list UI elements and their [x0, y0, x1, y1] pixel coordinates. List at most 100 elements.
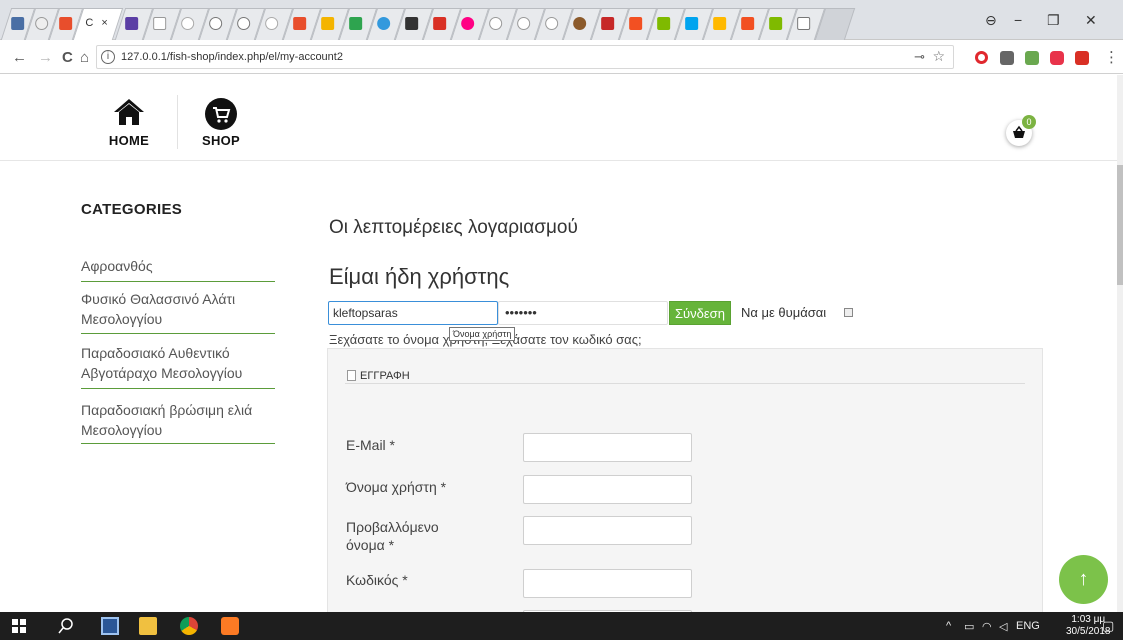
network-icon[interactable]: ▭ — [964, 620, 974, 633]
back-button[interactable]: ← — [12, 49, 27, 66]
tab-favicon-icon — [629, 17, 643, 30]
windows-start-icon[interactable] — [12, 619, 26, 633]
reload-button[interactable]: C — [62, 49, 73, 66]
tab-favicon-icon — [741, 17, 755, 30]
nav-home[interactable]: HOME — [104, 97, 154, 148]
address-bar[interactable]: i 127.0.0.1/fish-shop/index.php/el/my-ac… — [96, 45, 954, 69]
tab-favicon-icon — [573, 17, 587, 30]
url-text[interactable]: 127.0.0.1/fish-shop/index.php/el/my-acco… — [121, 51, 343, 63]
wifi-icon[interactable]: ◠ — [982, 620, 992, 633]
login-heading: Είμαι ήδη χρήστης — [329, 264, 510, 289]
site-info-icon[interactable]: i — [101, 50, 115, 64]
search-icon[interactable] — [57, 617, 75, 635]
display-name-field[interactable] — [523, 516, 692, 545]
register-tab[interactable]: ΕΓΓΡΑΦΗ — [347, 370, 410, 382]
tab-favicon-icon — [125, 17, 139, 30]
minimize-button[interactable]: − — [1014, 12, 1022, 28]
tab-favicon-icon — [405, 17, 419, 30]
tab-favicon-icon — [35, 17, 49, 30]
tab-favicon-icon — [321, 17, 335, 30]
tab-favicon-icon — [293, 17, 307, 30]
cart-count-badge: 0 — [1022, 115, 1036, 129]
category-divider — [81, 388, 275, 389]
username-label: Όνομα χρήστη * — [346, 479, 447, 495]
forward-button[interactable]: → — [38, 49, 53, 66]
pdf-extension-icon[interactable] — [1075, 51, 1089, 65]
tab-favicon-icon — [713, 17, 727, 30]
tab-favicon-icon — [657, 17, 671, 30]
register-divider — [345, 383, 1025, 384]
tab-favicon-icon — [601, 17, 615, 30]
xampp-app-icon[interactable] — [221, 617, 239, 635]
tab-favicon-icon — [265, 17, 279, 30]
remember-me-label: Να με θυμάσαι — [741, 305, 827, 320]
tab-favicon-icon — [433, 17, 447, 30]
category-link[interactable]: Αφροανθός — [81, 256, 275, 276]
close-window-button[interactable]: ✕ — [1085, 12, 1097, 29]
username-input[interactable] — [328, 301, 498, 325]
nav-divider — [177, 95, 178, 149]
document-icon — [347, 370, 356, 381]
category-divider — [81, 333, 275, 334]
tab-favicon-icon — [517, 17, 531, 30]
tray-chevron-icon[interactable]: ^ — [946, 620, 951, 632]
word-app-icon[interactable] — [101, 617, 119, 635]
category-link[interactable]: Φυσικό Θαλασσινό Αλάτι Μεσολογγίου — [81, 289, 275, 329]
category-divider — [81, 443, 275, 444]
video-extension-icon[interactable] — [1050, 51, 1064, 65]
email-label: E-Mail * — [346, 437, 396, 453]
tab-close-icon[interactable]: × — [101, 17, 107, 29]
browser-toolbar: ← → C ⌂ i 127.0.0.1/fish-shop/index.php/… — [0, 40, 1123, 74]
category-divider — [81, 281, 275, 282]
windows-taskbar: ^ ▭ ◠ ◁ ENG 1:03 μμ 30/5/2018 ▢ — [0, 612, 1123, 640]
category-link[interactable]: Παραδοσιακή βρώσιμη ελιά Μεσολογγίου — [81, 400, 275, 440]
extension-icon[interactable] — [1025, 51, 1039, 65]
tab-favicon-icon — [153, 17, 167, 30]
browser-menu-icon[interactable]: ⋮ — [1104, 48, 1119, 66]
categories-title: CATEGORIES — [81, 201, 183, 218]
notifications-icon[interactable]: ▢ — [1102, 618, 1114, 634]
home-icon — [114, 99, 144, 125]
password-input[interactable]: ••••••• — [498, 301, 668, 325]
opera-extension-icon[interactable] — [975, 51, 988, 64]
browser-tab-strip: C × ⊖ − ❐ ✕ — [0, 0, 1123, 40]
tab-favicon-icon — [349, 17, 363, 30]
nav-shop[interactable]: SHOP — [196, 97, 246, 148]
tab-favicon-icon — [461, 17, 475, 30]
tab-favicon-icon — [181, 17, 195, 30]
tab-favicon-icon — [11, 17, 25, 30]
tab-favicon-icon — [769, 17, 783, 30]
home-button[interactable]: ⌂ — [80, 49, 89, 66]
file-explorer-icon[interactable] — [139, 617, 157, 635]
nav-home-label: HOME — [108, 133, 150, 148]
camera-extension-icon[interactable] — [1000, 51, 1014, 65]
scrollbar-thumb[interactable] — [1117, 165, 1123, 285]
email-field[interactable] — [523, 433, 692, 462]
profile-icon[interactable]: ⊖ — [985, 12, 997, 29]
maximize-button[interactable]: ❐ — [1047, 12, 1060, 29]
password-key-icon[interactable]: ⊸ — [914, 49, 925, 65]
tab-favicon-icon — [489, 17, 503, 30]
volume-icon[interactable]: ◁ — [999, 620, 1007, 633]
login-button[interactable]: Σύνδεση — [669, 301, 731, 325]
shopping-cart-icon — [205, 98, 237, 130]
page-content: HOME SHOP 0 CATEGORIES Αφροανθός Φυσικό … — [0, 75, 1117, 612]
display-name-label: Προβαλλόμενο όνομα * — [346, 519, 439, 553]
username-tooltip: Όνομα χρήστη — [449, 327, 516, 341]
register-username-field[interactable] — [523, 475, 692, 504]
header-divider — [0, 160, 1117, 161]
nav-shop-label: SHOP — [201, 133, 241, 148]
language-indicator[interactable]: ENG — [1016, 620, 1040, 632]
back-to-top-button[interactable]: ↑ — [1059, 555, 1108, 604]
chrome-app-icon[interactable] — [180, 617, 198, 635]
bookmark-star-icon[interactable]: ☆ — [932, 48, 945, 65]
tab-favicon-icon — [59, 17, 73, 30]
tab-favicon-icon — [545, 17, 559, 30]
category-link[interactable]: Παραδοσιακό Αυθεντικό Αβγοτάραχο Μεσολογ… — [81, 343, 275, 383]
register-tab-label: ΕΓΓΡΑΦΗ — [360, 370, 410, 382]
register-password-field[interactable] — [523, 569, 692, 598]
tab-favicon-icon — [377, 17, 391, 30]
remember-me-checkbox[interactable] — [844, 308, 853, 317]
tab-title: C — [85, 17, 94, 29]
page-scrollbar[interactable] — [1117, 75, 1123, 612]
